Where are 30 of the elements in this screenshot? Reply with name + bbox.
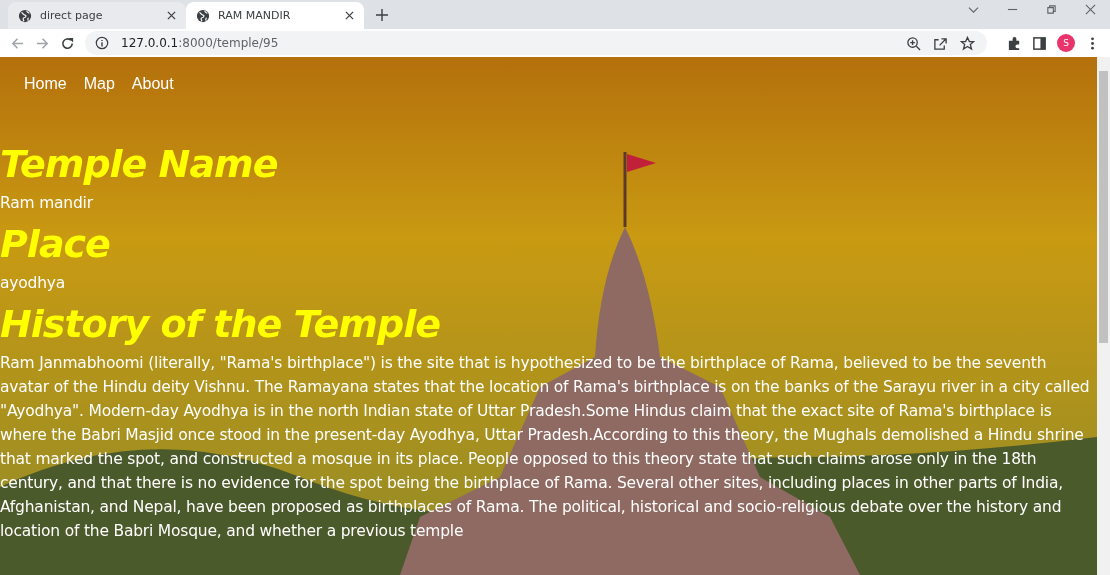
puzzle-icon[interactable]: [1007, 35, 1022, 51]
section-heading: History of the Temple: [0, 301, 441, 347]
close-icon[interactable]: [345, 11, 354, 20]
nav-link[interactable]: About: [131, 75, 174, 101]
scrollbar[interactable]: [1097, 57, 1110, 575]
nav-link[interactable]: Home: [24, 75, 67, 101]
info-icon: [95, 36, 109, 50]
star-icon[interactable]: [960, 35, 975, 51]
url-text: 127.0.0.1:8000/temple/95: [121, 36, 279, 50]
zoom-icon[interactable]: [906, 35, 921, 51]
nav-link[interactable]: Map: [83, 75, 115, 101]
close-icon[interactable]: [167, 11, 176, 20]
profile-avatar[interactable]: S: [1057, 34, 1075, 52]
section-text: ayodhya: [0, 273, 67, 294]
browser-tab[interactable]: RAM MANDIR: [186, 2, 364, 29]
section-text: Ram mandir: [0, 193, 94, 214]
section-heading: Temple Name: [0, 141, 279, 187]
section-text: Ram Janmabhoomi (literally, "Rama's birthplace") is the site that is hypothesized to be the birthplace of Rama, believed to be the seventh avatar of the Hindu deity Vishnu. The Ramayana states that the location of Rama's birthplace is on the banks of the Sarayu river in a city called "Ayodhya". Modern-day Ayodhya is in the north Indian state of Uttar Pradesh.Some Hindus claim that the exact site of Rama's birthplace is where the Babri Masjid once stood in the present-day Ayodhya, Uttar Pradesh.According to this theory, the Mughals demolished a Hindu shrine that marked the spot, and constructed a mosque in its place. People opposed to this theory state that such claims arose only in the 18th century, and that there is no evidence for the spot being the birthplace of Rama. Several other sites, including places in other parts of India, Afghanistan, and Nepal, have been proposed as birthplaces of Rama. The political, historical and socio-religious debate over the history and location of the Babri Mosque, and whether a previous temple: [0, 353, 1091, 542]
globe-icon: [18, 8, 32, 23]
side-panel-icon[interactable]: [1032, 35, 1047, 51]
close-icon[interactable]: [1085, 4, 1096, 15]
address-bar[interactable]: 127.0.0.1:8000/temple/95: [85, 31, 987, 55]
restore-icon[interactable]: [1046, 4, 1057, 15]
share-icon[interactable]: [933, 35, 948, 51]
browser-tab[interactable]: direct page: [8, 2, 186, 29]
section-heading: Place: [0, 221, 111, 267]
chevron-down-icon[interactable]: [968, 4, 979, 15]
globe-icon: [196, 8, 210, 23]
new-tab-icon[interactable]: [376, 9, 388, 21]
reload-icon[interactable]: [60, 35, 75, 51]
